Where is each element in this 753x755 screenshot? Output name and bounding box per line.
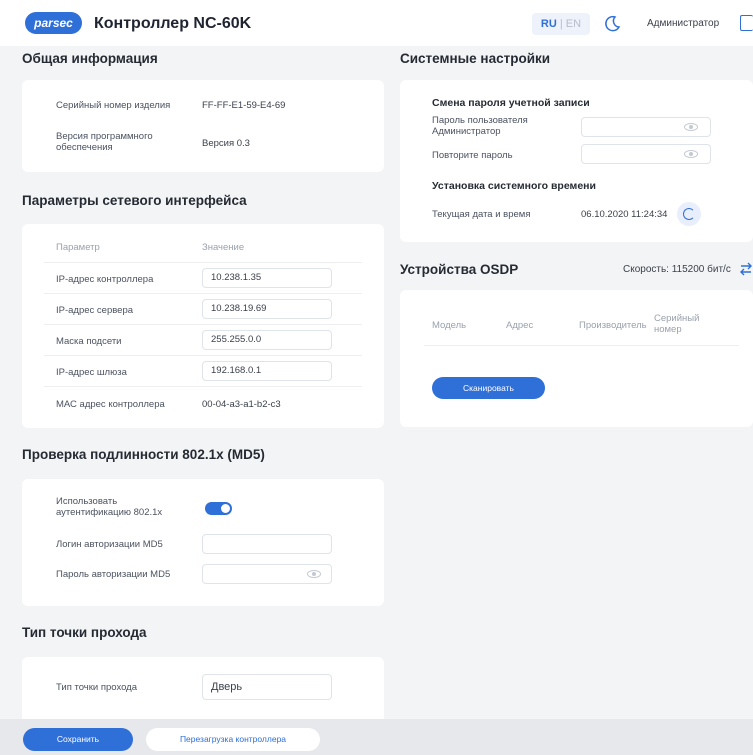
- divider: [424, 345, 739, 346]
- firmware-label: Версия программного обеспечения: [56, 131, 153, 154]
- network-title: Параметры сетевого интерфейса: [22, 193, 247, 208]
- osdp-col-model: Модель: [432, 320, 467, 331]
- footer-bar: Сохранить Перезагрузка контроллера: [0, 719, 753, 755]
- passage-card: Тип точки прохода Дверь: [22, 657, 384, 723]
- auth-title: Проверка подлинности 802.1x (MD5): [22, 447, 265, 462]
- osdp-speed: Скорость: 115200 бит/с: [623, 264, 731, 275]
- subnet-mask-input[interactable]: 255.255.0.0: [202, 330, 332, 350]
- lang-ru-button[interactable]: RU: [541, 18, 557, 30]
- datetime-label: Текущая дата и время: [432, 209, 531, 220]
- general-info-title: Общая информация: [22, 51, 158, 66]
- osdp-col-manufacturer: Производитель: [579, 320, 647, 331]
- ip-controller-label: IP-адрес контроллера: [56, 274, 154, 285]
- eye-icon[interactable]: [307, 570, 321, 578]
- osdp-col-serial: Серийный номер: [654, 313, 700, 336]
- md5-login-input[interactable]: [202, 534, 332, 554]
- password-heading: Смена пароля учетной записи: [432, 97, 590, 109]
- osdp-col-address: Адрес: [506, 320, 534, 331]
- divider: [44, 386, 362, 387]
- osdp-title: Устройства OSDP: [400, 262, 519, 277]
- reboot-controller-button[interactable]: Перезагрузка контроллера: [146, 728, 320, 751]
- ip-controller-input[interactable]: 10.238.1.35: [202, 268, 332, 288]
- general-info-card: Серийный номер изделия FF-FF-E1-59-E4-69…: [22, 80, 384, 172]
- user-name[interactable]: Администратор: [647, 18, 719, 29]
- passage-title: Тип точки прохода: [22, 625, 147, 640]
- osdp-card: Модель Адрес Производитель Серийный номе…: [400, 290, 753, 427]
- use-auth-label: Использовать аутентификацию 802.1x: [56, 496, 163, 519]
- door-icon[interactable]: [740, 15, 753, 31]
- divider: [44, 293, 362, 294]
- save-button[interactable]: Сохранить: [23, 728, 133, 751]
- md5-password-label: Пароль авторизации MD5: [56, 569, 171, 580]
- admin-password-label: Пароль пользователя Администратор: [432, 115, 528, 138]
- lang-en-button[interactable]: EN: [566, 18, 581, 30]
- scan-button[interactable]: Сканировать: [432, 377, 545, 399]
- parsec-logo: parsec: [25, 12, 82, 34]
- serial-value: FF-FF-E1-59-E4-69: [202, 100, 286, 111]
- system-card: Смена пароля учетной записи Пароль польз…: [400, 80, 753, 242]
- auth-card: Использовать аутентификацию 802.1x Логин…: [22, 479, 384, 606]
- toggle-knob: [221, 504, 230, 513]
- time-heading: Установка системного времени: [432, 180, 596, 192]
- repeat-password-label: Повторите пароль: [432, 150, 513, 161]
- subnet-mask-label: Маска подсети: [56, 336, 122, 347]
- exchange-icon[interactable]: [739, 261, 753, 277]
- top-bar: parsec Контроллер NC-60K RU | EN Админис…: [0, 0, 753, 46]
- refresh-icon[interactable]: [677, 202, 701, 226]
- divider: [44, 324, 362, 325]
- firmware-value: Версия 0.3: [202, 138, 250, 149]
- serial-label: Серийный номер изделия: [56, 100, 171, 111]
- md5-login-label: Логин авторизации MD5: [56, 539, 163, 550]
- lang-separator: |: [559, 18, 563, 30]
- mac-value: 00-04-a3-a1-b2-c3: [202, 399, 281, 410]
- moon-icon[interactable]: [602, 14, 622, 34]
- datetime-value: 06.10.2020 11:24:34: [581, 209, 668, 220]
- eye-icon[interactable]: [684, 123, 698, 131]
- system-title: Системные настройки: [400, 51, 551, 66]
- language-switch[interactable]: RU | EN: [532, 13, 590, 35]
- passage-type-label: Тип точки прохода: [56, 682, 137, 693]
- network-card: Параметр Значение IP-адрес контроллера 1…: [22, 224, 384, 428]
- divider: [44, 355, 362, 356]
- col-value-header: Значение: [202, 242, 245, 253]
- divider: [44, 262, 362, 263]
- ip-server-input[interactable]: 10.238.19.69: [202, 299, 332, 319]
- ip-server-label: IP-адрес сервера: [56, 305, 134, 316]
- mac-label: МАС адрес контроллера: [56, 399, 165, 410]
- eye-icon[interactable]: [684, 150, 698, 158]
- passage-type-select[interactable]: Дверь: [202, 674, 332, 700]
- ip-gateway-input[interactable]: 192.168.0.1: [202, 361, 332, 381]
- use-auth-toggle[interactable]: [205, 502, 232, 515]
- page-title: Контроллер NC-60K: [94, 15, 252, 32]
- col-param-header: Параметр: [56, 242, 100, 253]
- ip-gateway-label: IP-адрес шлюза: [56, 367, 127, 378]
